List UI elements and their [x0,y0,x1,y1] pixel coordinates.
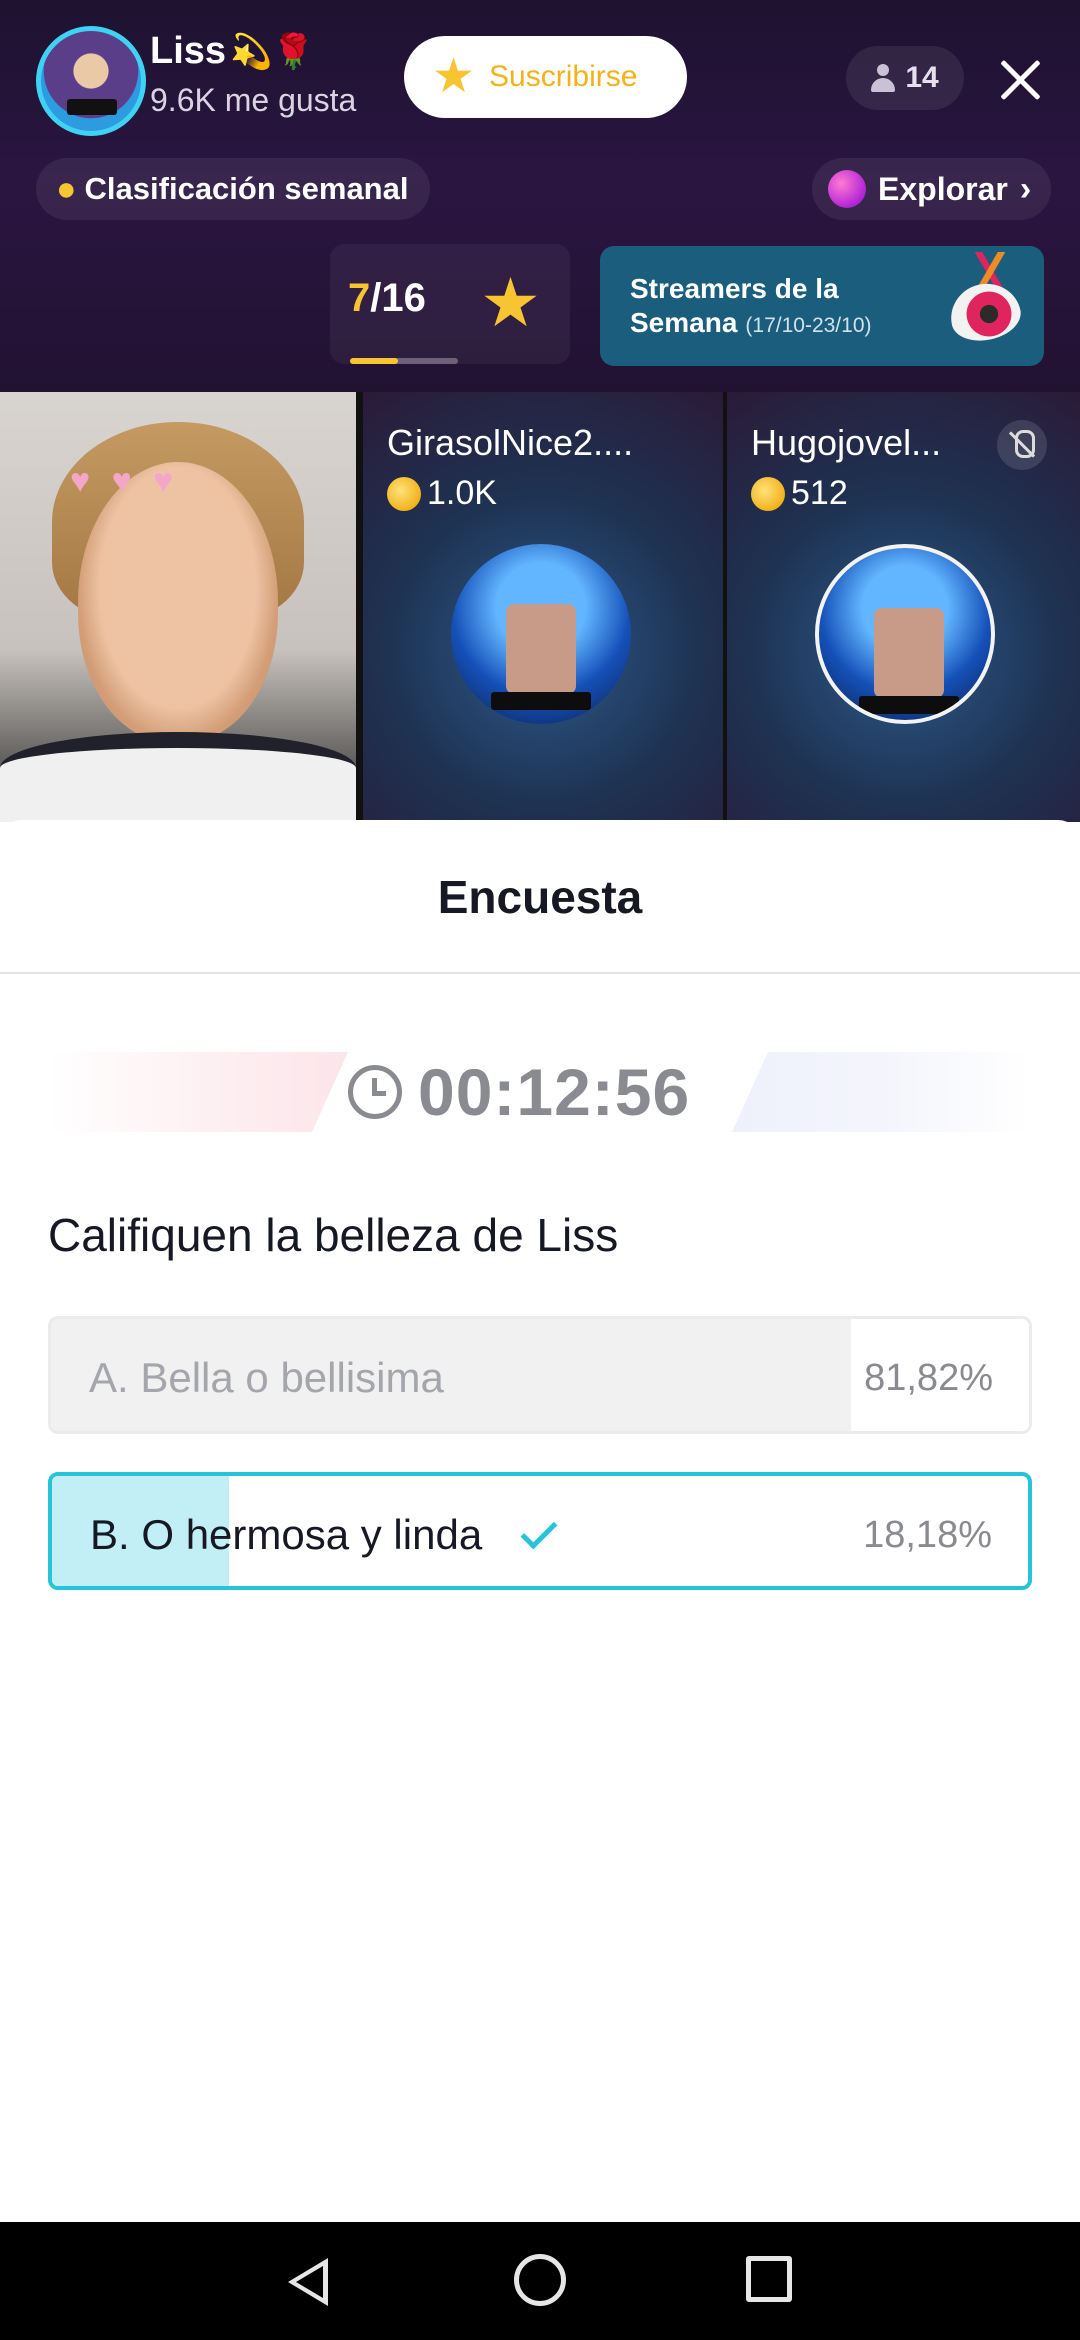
home-icon[interactable] [514,2254,566,2306]
mic-off-icon [997,420,1047,470]
rank-separator: / [370,276,382,320]
chevron-right-icon: › [1019,169,1032,208]
check-icon [520,1512,558,1550]
guest-coins: 512 [751,474,848,513]
host-name-text: Liss [150,30,227,72]
viewer-count-button[interactable]: 14 [846,46,964,110]
guest-avatar-tag [491,692,591,710]
planet-icon [828,170,866,208]
explore-label: Explorar [878,170,1008,207]
banner-dates: (17/10-23/10) [745,314,872,337]
coin-icon [387,476,421,511]
rank-progress-fill [350,358,398,364]
subscribe-label: Suscribirse [489,60,638,93]
host-name-emoji: 💫🌹 [230,32,315,71]
poll-option-percent: 81,82% [864,1357,993,1399]
guest-tile[interactable]: Hugojovel... 512 [727,392,1080,822]
avatar-tag [67,99,117,115]
poll-timer: 00:12:56 [48,1050,1032,1134]
guest-avatar-photo [874,608,944,698]
guest-coins: 1.0K [387,474,497,513]
guest-tile[interactable]: GirasolNice2.... 1.0K [363,392,723,822]
flame-icon: ● [56,169,77,208]
poll-question: Califiquen la belleza de Liss [48,1209,619,1261]
camera-face [78,462,278,742]
poll-option-label: B. O hermosa y linda [90,1511,483,1558]
rank-number: 7/16 [348,276,426,321]
guest-avatar[interactable] [815,544,995,724]
system-nav-bar [0,2222,1080,2340]
timer-decoration-right [732,1052,1032,1132]
close-icon[interactable] [990,50,1050,110]
host-avatar[interactable] [36,26,146,136]
guest-avatar-photo [506,604,576,694]
rank-current: 7 [348,276,371,320]
poll-option-b[interactable]: B. O hermosa y linda 18,18% [48,1472,1032,1590]
weekly-ranking-button[interactable]: ● Clasificación semanal [36,158,431,220]
person-icon [871,64,896,92]
weekly-streamers-banner[interactable]: Streamers de la Semana (17/10-23/10) [600,246,1044,366]
rank-indicator[interactable]: 7/16 ★ [330,244,570,364]
poll-option-label: A. Bella o bellisima [89,1354,444,1401]
guest-avatar-tag [859,696,959,714]
back-icon[interactable] [288,2258,328,2306]
guest-avatar[interactable] [451,544,631,724]
poll-option-percent: 18,18% [863,1514,992,1556]
explore-button[interactable]: Explorar › [812,158,1052,220]
host-camera-tile[interactable]: ♥ ♥ ♥ [0,392,356,822]
camera-shirt [0,732,356,822]
weekly-ranking-label: Clasificación semanal [84,171,409,206]
banner-text: Streamers de la Semana (17/10-23/10) [630,272,950,343]
timer-decoration-left [48,1052,348,1132]
live-header: Liss 💫🌹 9.6K me gusta ★ Suscribirse 14 ●… [0,0,1080,392]
sheet-title: Encuesta [437,871,643,923]
coin-icon [751,476,785,511]
star-icon: ★ [480,265,541,341]
host-name[interactable]: Liss 💫🌹 [150,30,315,73]
recents-icon[interactable] [746,2256,792,2302]
guest-name: Hugojovel... [751,422,942,463]
divider [0,972,1080,974]
guest-coin-count: 1.0K [427,474,497,512]
clock-icon [348,1065,402,1119]
viewer-count: 14 [905,61,939,94]
heart-filter-icon: ♥ ♥ ♥ [70,462,180,500]
rank-total: 16 [381,276,426,320]
poll-option-a[interactable]: A. Bella o bellisima 81,82% [48,1316,1032,1434]
guest-coin-count: 512 [791,474,848,512]
poll-sheet: Encuesta 00:12:56 Califiquen la belleza … [0,820,1080,2222]
multi-guest-grid: ♥ ♥ ♥ GirasolNice2.... 1.0K Hugojovel...… [0,392,1080,822]
poll-option-label-row: B. O hermosa y linda [90,1476,558,1586]
guest-name: GirasolNice2.... [387,422,634,463]
rank-progress-bar [350,358,458,364]
star-icon: ★ [432,50,476,103]
timer-display: 00:12:56 [348,1050,748,1134]
timer-text: 00:12:56 [418,1055,691,1129]
host-likes: 9.6K me gusta [150,82,357,118]
subscribe-button[interactable]: ★ Suscribirse [404,36,687,118]
